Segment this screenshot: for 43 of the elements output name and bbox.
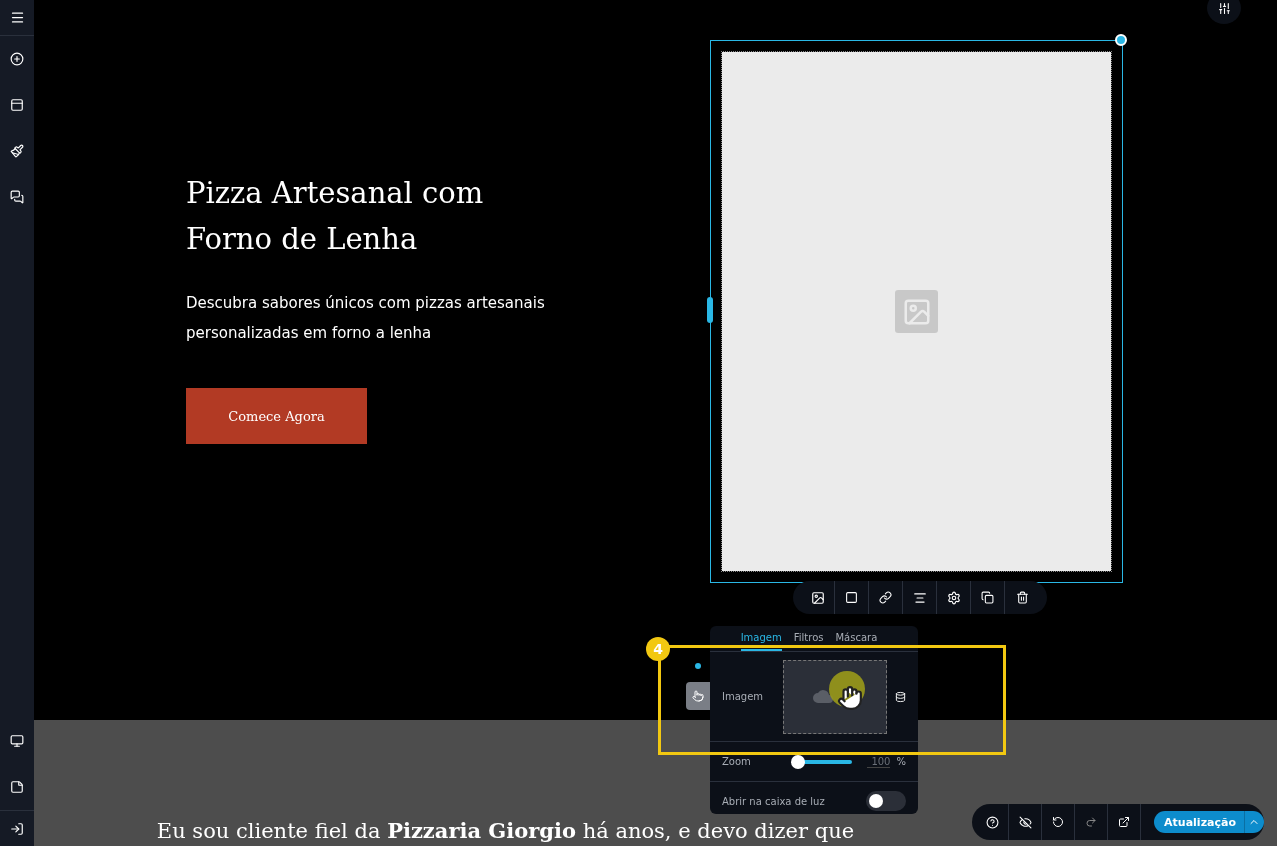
corner-handle[interactable]: [1115, 34, 1127, 46]
panel-icon: [10, 98, 24, 112]
panel-tab[interactable]: Máscara: [835, 632, 878, 651]
undo-icon: [1052, 816, 1065, 828]
plus-icon: [10, 52, 24, 66]
zoom-label: Zoom: [722, 756, 751, 767]
panel-tab[interactable]: Imagem: [740, 632, 782, 651]
monitor-icon: [10, 734, 24, 748]
image-label: Imagem: [722, 691, 764, 702]
sliders-icon: [1217, 1, 1231, 15]
align-icon: [912, 590, 927, 605]
chat-icon: [10, 190, 24, 204]
database-icon[interactable]: [895, 690, 906, 703]
hand-tip-button[interactable]: [686, 682, 710, 710]
hero-title: Pizza Artesanal com Forno de Lenha: [186, 175, 485, 258]
external-link-icon: [1118, 816, 1131, 828]
testimonial-text: Eu sou cliente fiel da Pizzaria Giorgio há anos, e devo dizer que: [156, 818, 855, 845]
note-icon: [10, 780, 24, 794]
upload-icon: [813, 690, 833, 703]
zoom-value[interactable]: 100: [867, 755, 891, 768]
copy-icon: [981, 591, 994, 604]
image-icon: [895, 290, 938, 333]
panel-tab[interactable]: Filtros: [793, 632, 824, 651]
exit-icon: [10, 821, 24, 836]
square-icon: [845, 591, 858, 604]
trash-icon: [1015, 591, 1029, 604]
eye-off-icon: [1018, 815, 1032, 829]
menu-icon: [9, 10, 25, 25]
paintbrush-icon: [10, 144, 24, 158]
link-icon: [879, 591, 892, 604]
resize-handle[interactable]: [707, 297, 713, 323]
image-icon: [810, 590, 825, 605]
lightbox-label: Abrir na caixa de luz: [722, 795, 825, 807]
status-dot: [695, 663, 701, 669]
cta-button[interactable]: Comece Agora: [186, 388, 367, 444]
publish-button[interactable]: Atualização: [1154, 811, 1264, 833]
hero-subtitle: Descubra sabores únicos com pizzas artesanais personalizadas em forno a lenha: [186, 293, 546, 344]
lightbox-toggle[interactable]: [866, 791, 906, 811]
redo-icon: [1085, 816, 1098, 828]
help-icon: [985, 815, 999, 829]
pointer-icon: [692, 690, 704, 702]
settings-icon: [946, 590, 961, 605]
zoom-unit: %: [896, 756, 906, 767]
